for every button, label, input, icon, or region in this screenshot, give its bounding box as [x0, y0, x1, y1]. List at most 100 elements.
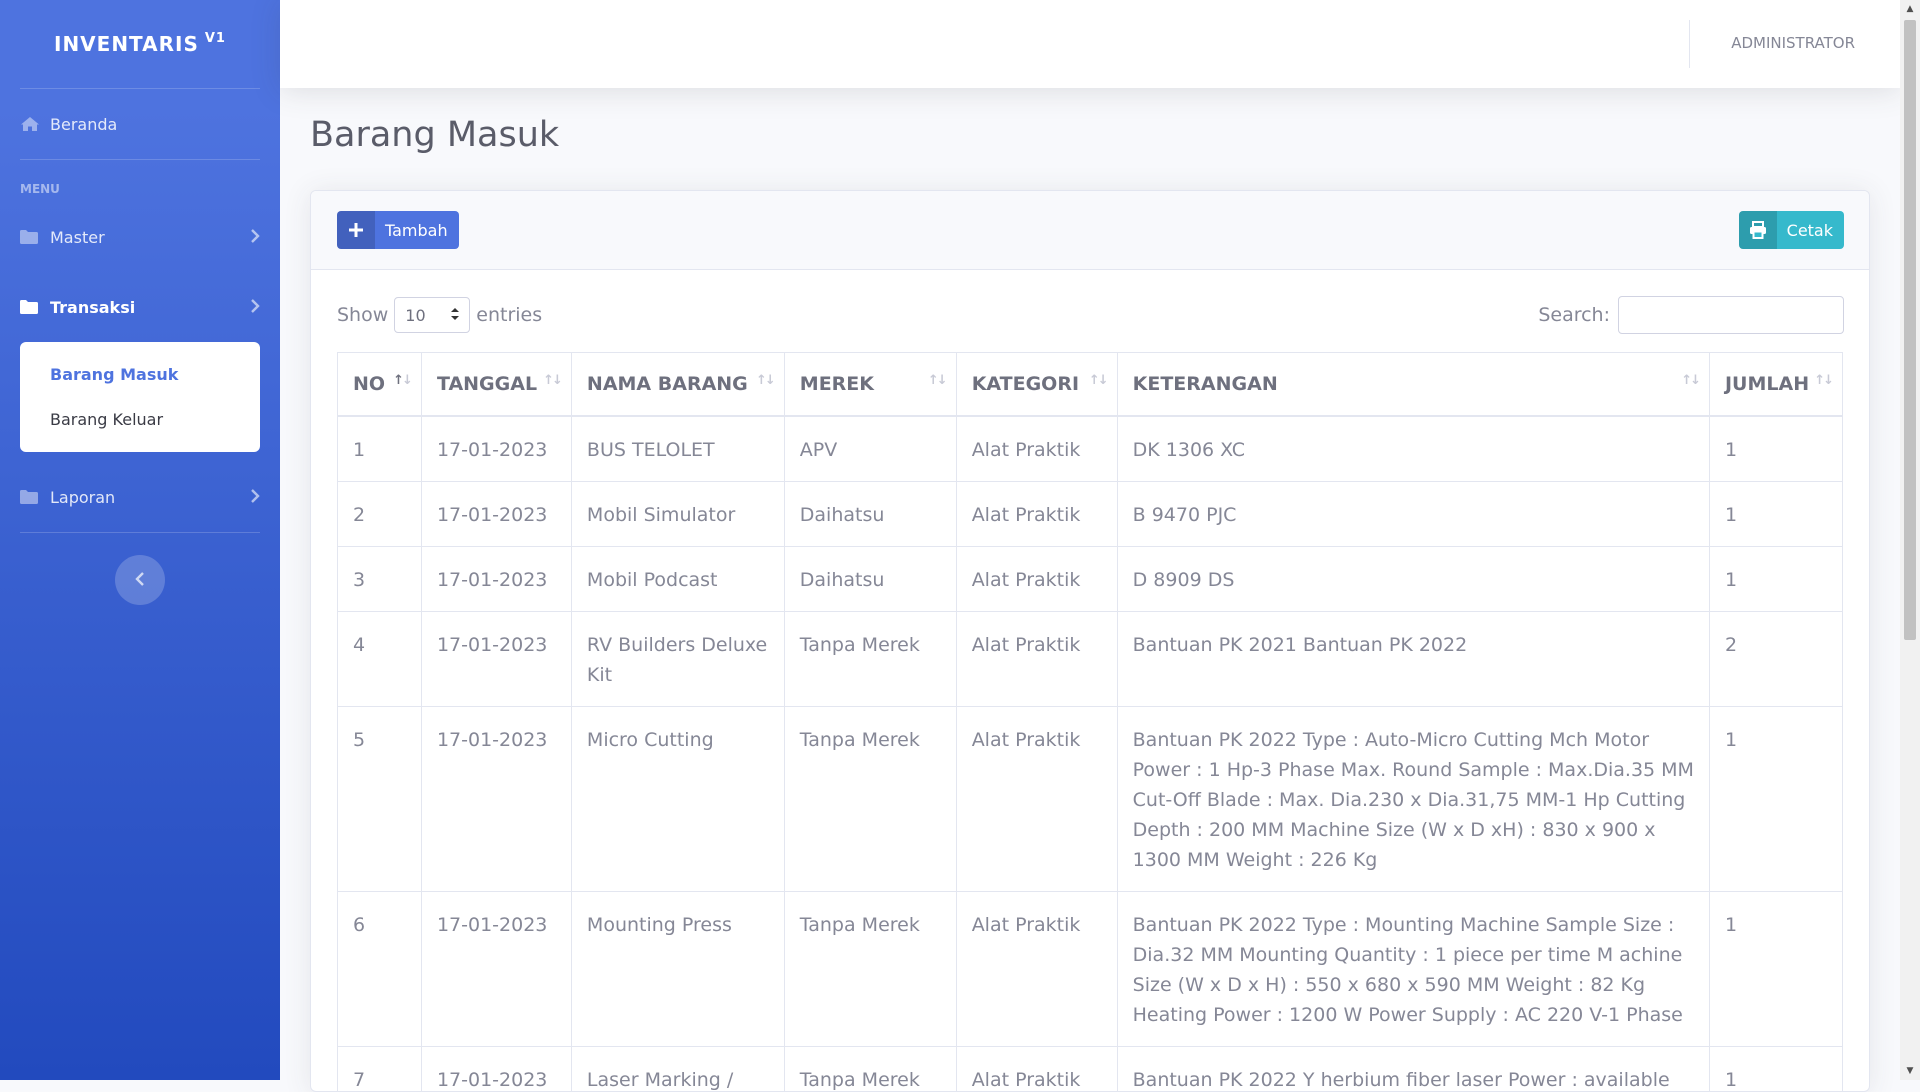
cell-keterangan: Bantuan PK 2022 Type : Auto-Micro Cuttin…	[1117, 707, 1709, 892]
sidebar-divider	[20, 532, 260, 533]
cell-jumlah: 1	[1709, 892, 1842, 1047]
print-button[interactable]: Cetak	[1739, 211, 1844, 249]
column-header-merek[interactable]: MEREK↑↓	[784, 353, 956, 417]
cell-kategori: Alat Praktik	[956, 416, 1117, 482]
submenu-item-barang-masuk[interactable]: Barang Masuk	[20, 352, 260, 397]
sidebar-item-beranda[interactable]: Beranda	[0, 89, 280, 159]
cell-jumlah: 2	[1709, 612, 1842, 707]
plus-icon	[337, 211, 375, 249]
cell-jumlah: 1	[1709, 547, 1842, 612]
cell-no: 5	[338, 707, 422, 892]
cell-keterangan: Bantuan PK 2022 Type : Mounting Machine …	[1117, 892, 1709, 1047]
sidebar-item-transaksi[interactable]: Transaksi	[0, 272, 280, 342]
cell-no: 3	[338, 547, 422, 612]
submenu-item-barang-keluar[interactable]: Barang Keluar	[20, 397, 260, 442]
chevron-right-icon	[250, 228, 260, 247]
table-controls: Show 10 entries Search:	[337, 295, 1844, 335]
sidebar-toggle-button[interactable]	[115, 555, 165, 605]
sidebar-item-master[interactable]: Master	[0, 202, 280, 272]
table-header-row: NO↑↓ TANGGAL↑↓ NAMA BARANG↑↓ MEREK↑↓ KAT…	[338, 353, 1843, 417]
cell-kategori: Alat Praktik	[956, 612, 1117, 707]
show-label: Show	[337, 304, 388, 326]
add-button[interactable]: Tambah	[337, 211, 459, 249]
cell-merek: Daihatsu	[784, 482, 956, 547]
cell-nama-barang: RV Builders Deluxe Kit	[571, 612, 784, 707]
cell-tanggal: 17-01-2023	[421, 416, 571, 482]
data-table: NO↑↓ TANGGAL↑↓ NAMA BARANG↑↓ MEREK↑↓ KAT…	[337, 352, 1843, 1092]
print-button-label: Cetak	[1777, 221, 1844, 240]
cell-kategori: Alat Praktik	[956, 707, 1117, 892]
cell-no: 6	[338, 892, 422, 1047]
search-label: Search:	[1538, 304, 1610, 326]
cell-tanggal: 17-01-2023	[421, 482, 571, 547]
column-header-no[interactable]: NO↑↓	[338, 353, 422, 417]
sidebar-item-laporan[interactable]: Laporan	[0, 462, 280, 532]
cell-no: 1	[338, 416, 422, 482]
page-scrollbar[interactable]: ▲ ▼	[1900, 0, 1920, 1080]
cell-merek: Tanpa Merek	[784, 892, 956, 1047]
search-input[interactable]	[1618, 296, 1844, 334]
cell-keterangan: DK 1306 XC	[1117, 416, 1709, 482]
column-header-jumlah[interactable]: JUMLAH↑↓	[1709, 353, 1842, 417]
sort-icon: ↑↓	[756, 373, 774, 388]
sort-caret-icon	[451, 306, 459, 325]
chevron-right-icon	[250, 298, 260, 317]
entries-control: Show 10 entries	[337, 295, 542, 335]
brand[interactable]: INVENTARIS V1	[0, 0, 280, 88]
page-title: Barang Masuk	[310, 115, 559, 155]
user-menu[interactable]: ADMINISTRATOR	[1731, 34, 1855, 52]
table-row: 2 17-01-2023 Mobil Simulator Daihatsu Al…	[338, 482, 1843, 547]
sort-icon: ↑↓	[393, 373, 411, 388]
sort-icon: ↑↓	[1814, 373, 1832, 388]
cell-jumlah: 1	[1709, 482, 1842, 547]
cell-nama-barang: Mounting Press	[571, 892, 784, 1047]
chevron-left-icon	[135, 571, 145, 590]
chevron-right-icon	[250, 488, 260, 507]
sidebar: INVENTARIS V1 Beranda MENU Master Transa…	[0, 0, 280, 1080]
brand-name: INVENTARIS	[54, 32, 199, 56]
table-row: 5 17-01-2023 Micro Cutting Tanpa Merek A…	[338, 707, 1843, 892]
data-card: Tambah Cetak Show 10 entries Search:	[310, 190, 1870, 1092]
topbar-divider	[1689, 20, 1690, 68]
sort-icon: ↑↓	[543, 373, 561, 388]
cell-no: 7	[338, 1047, 422, 1092]
scroll-up-icon[interactable]: ▲	[1900, 0, 1920, 18]
cell-tanggal: 17-01-2023	[421, 612, 571, 707]
card-header: Tambah Cetak	[311, 191, 1869, 270]
sidebar-heading: MENU	[0, 160, 280, 202]
column-header-tanggal[interactable]: TANGGAL↑↓	[421, 353, 571, 417]
cell-nama-barang: Mobil Podcast	[571, 547, 784, 612]
home-icon	[20, 115, 40, 133]
sidebar-item-label: Beranda	[50, 115, 260, 134]
cell-tanggal: 17-01-2023	[421, 1047, 571, 1092]
cell-nama-barang: Mobil Simulator	[571, 482, 784, 547]
topbar: ADMINISTRATOR	[280, 0, 1900, 88]
folder-icon	[20, 488, 40, 506]
cell-keterangan: Bantuan PK 2021 Bantuan PK 2022	[1117, 612, 1709, 707]
column-header-keterangan[interactable]: KETERANGAN↑↓	[1117, 353, 1709, 417]
table-row: 1 17-01-2023 BUS TELOLET APV Alat Prakti…	[338, 416, 1843, 482]
cell-tanggal: 17-01-2023	[421, 892, 571, 1047]
scroll-down-icon[interactable]: ▼	[1900, 1062, 1920, 1080]
cell-keterangan: B 9470 PJC	[1117, 482, 1709, 547]
cell-no: 4	[338, 612, 422, 707]
entries-select[interactable]: 10	[394, 297, 470, 333]
column-header-nama-barang[interactable]: NAMA BARANG↑↓	[571, 353, 784, 417]
cell-tanggal: 17-01-2023	[421, 707, 571, 892]
cell-nama-barang: Laser Marking / 10026280	[571, 1047, 784, 1092]
sort-icon: ↑↓	[1681, 373, 1699, 388]
cell-nama-barang: BUS TELOLET	[571, 416, 784, 482]
cell-nama-barang: Micro Cutting	[571, 707, 784, 892]
sidebar-item-label: Transaksi	[50, 298, 250, 317]
cell-jumlah: 1	[1709, 416, 1842, 482]
add-button-label: Tambah	[375, 221, 459, 240]
sort-icon: ↑↓	[1089, 373, 1107, 388]
scrollbar-thumb[interactable]	[1904, 20, 1916, 640]
cell-kategori: Alat Praktik	[956, 1047, 1117, 1092]
cell-keterangan: Bantuan PK 2022 Y herbium fiber laser Po…	[1117, 1047, 1709, 1092]
cell-keterangan: D 8909 DS	[1117, 547, 1709, 612]
cell-tanggal: 17-01-2023	[421, 547, 571, 612]
cell-jumlah: 1	[1709, 1047, 1842, 1092]
column-header-kategori[interactable]: KATEGORI↑↓	[956, 353, 1117, 417]
folder-icon	[20, 228, 40, 246]
